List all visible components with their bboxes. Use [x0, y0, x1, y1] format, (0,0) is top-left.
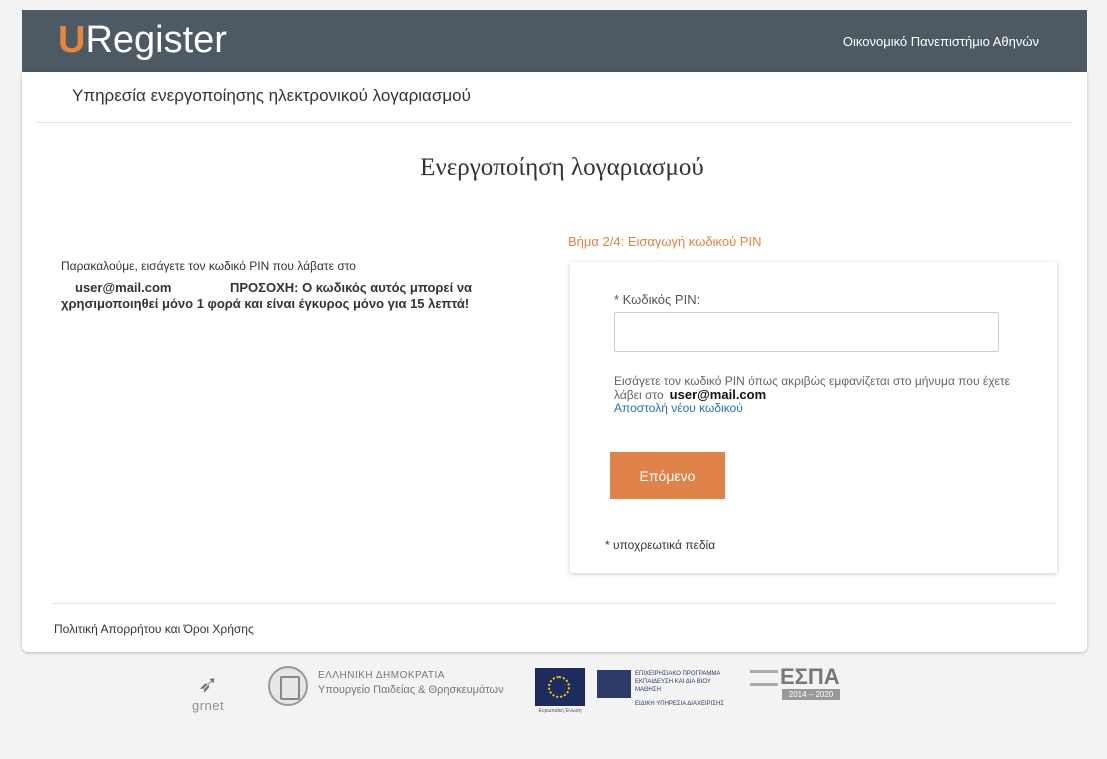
pin-form-panel: * Κωδικός PIN: Εισάγετε τον κωδικό PIN ό…	[570, 262, 1057, 573]
main-card: Υπηρεσία ενεργοποίησης ηλεκτρονικού λογα…	[22, 72, 1087, 652]
epal-mark-icon	[597, 670, 631, 698]
espa-swoosh-icon	[750, 670, 778, 686]
logo-u: U	[58, 19, 86, 61]
grnet-text: grnet	[192, 698, 225, 713]
grnet-wing-icon: ➶	[198, 671, 219, 698]
ministry-logo: ΕΛΛΗΝΙΚΗ ΔΗΜΟΚΡΑΤΙΑ Υπουργείο Παιδείας &…	[318, 669, 504, 697]
grnet-logo: ➶ grnet	[190, 668, 240, 718]
epal-line2: ΕΚΠΑΙΔΕΥΣΗ ΚΑΙ ΔΙΑ ΒΙΟΥ ΜΑΘΗΣΗ	[635, 679, 711, 693]
required-fields-note: * υποχρεωτικά πεδία	[605, 538, 716, 552]
espa-title: ΕΣΠΑ	[780, 664, 840, 689]
eu-caption: Ευρωπαϊκή Ένωση	[538, 708, 582, 714]
page-title: Ενεργοποίηση λογαριασμού	[420, 154, 704, 181]
logo-text: Register	[85, 19, 227, 61]
top-bar: URegister Οικονομικό Πανεπιστήμιο Αθηνών	[22, 10, 1087, 72]
ministry-line1: ΕΛΛΗΝΙΚΗ ΔΗΜΟΚΡΑΤΙΑ	[318, 670, 445, 681]
epal-line3: ΕΙΔΙΚΗ ΥΠΗΡΕΣΙΑ ΔΙΑΧΕΙΡΙΣΗΣ	[635, 701, 725, 707]
ministry-line2: Υπουργείο Παιδείας & Θρησκευμάτων	[318, 684, 504, 696]
espa-logo: ΕΣΠΑ 2014 – 2020	[750, 664, 840, 716]
pin-help-email: user@mail.com	[669, 387, 767, 402]
pin-help: Εισάγετε τον κωδικό PIN όπως ακριβώς εμφ…	[614, 375, 1014, 415]
step-indicator: Βήμα 2/4: Εισαγωγή κωδικού PIN	[568, 234, 762, 249]
greek-seal-icon	[268, 666, 308, 706]
privacy-policy-link[interactable]: Πολιτική Απορρήτου και Όροι Χρήσης	[54, 622, 254, 636]
divider	[36, 122, 1073, 123]
pin-label: * Κωδικός PIN:	[614, 292, 701, 307]
uregister-logo[interactable]: URegister	[58, 20, 227, 60]
institution-name: Οικονομικό Πανεπιστήμιο Αθηνών	[842, 34, 1039, 49]
resend-pin-link[interactable]: Αποστολή νέου κωδικού	[614, 402, 1014, 415]
espa-years: 2014 – 2020	[782, 689, 840, 700]
next-button[interactable]: Επόμενο	[610, 452, 725, 499]
footer-divider	[52, 603, 1057, 604]
pin-input[interactable]	[614, 312, 999, 352]
epal-logo: ΕΠΙΧΕΙΡΗΣΙΑΚΟ ΠΡΟΓΡΑΜΜΑ ΕΚΠΑΙΔΕΥΣΗ ΚΑΙ Δ…	[597, 668, 737, 718]
sponsor-logos: ➶ grnet ΕΛΛΗΝΙΚΗ ΔΗΜΟΚΡΑΤΙΑ Υπουργείο Πα…	[0, 660, 1107, 740]
instructions-text: Παρακαλούμε, εισάγετε τον κωδικό PIN που…	[61, 259, 356, 273]
instructions: Παρακαλούμε, εισάγετε τον κωδικό PIN που…	[61, 259, 541, 312]
eu-flag-icon	[535, 668, 585, 706]
epal-line1: ΕΠΙΧΕΙΡΗΣΙΑΚΟ ΠΡΟΓΡΑΜΜΑ	[635, 671, 721, 677]
instructions-email: user@mail.com	[75, 280, 172, 295]
service-title: Υπηρεσία ενεργοποίησης ηλεκτρονικού λογα…	[72, 86, 471, 105]
